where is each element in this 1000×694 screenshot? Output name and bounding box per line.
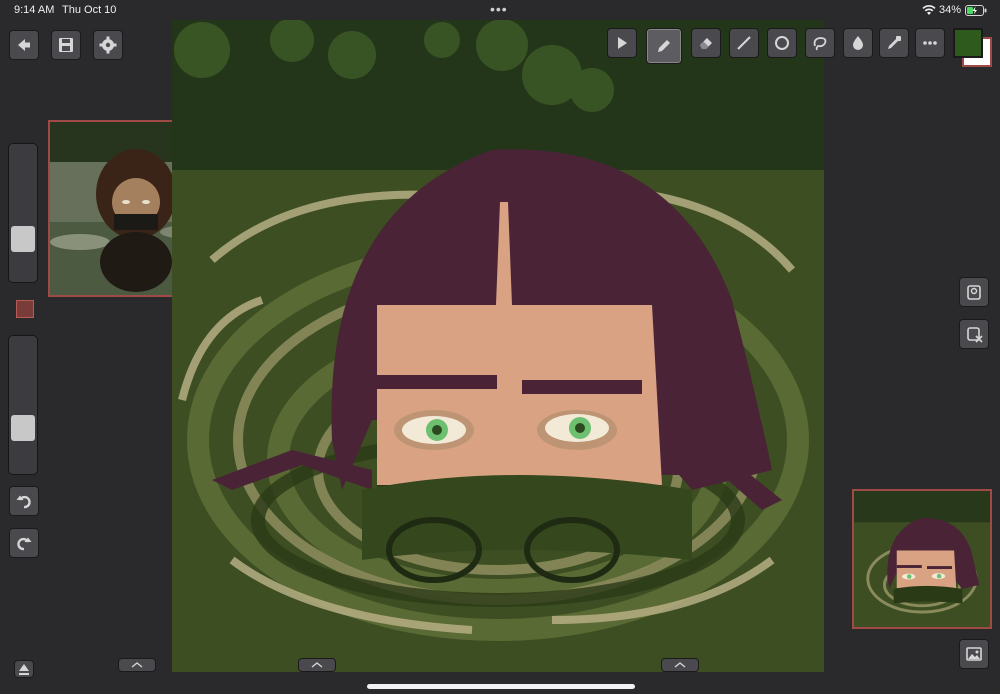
reference-image-button[interactable] (959, 277, 989, 307)
back-arrow-icon (18, 39, 30, 51)
drawing-canvas[interactable] (172, 20, 824, 672)
save-icon (59, 38, 73, 52)
pencil-icon (658, 40, 670, 52)
battery-percent: 34% (939, 4, 962, 16)
canvas-preview-thumbnail (854, 491, 990, 627)
redo-button[interactable] (9, 528, 39, 558)
circle-tool[interactable] (767, 28, 797, 58)
settings-gear-icon (99, 36, 117, 54)
more-icon (923, 41, 937, 45)
gallery-button[interactable] (959, 639, 989, 669)
eyedropper-icon (888, 36, 901, 49)
undo-icon (16, 495, 31, 509)
back-button[interactable] (9, 30, 39, 60)
pixel-art-artwork (172, 20, 824, 672)
chevron-up-icon (311, 662, 323, 668)
circle-icon (775, 36, 789, 50)
save-button[interactable] (51, 30, 81, 60)
wifi-icon (922, 5, 936, 15)
home-indicator[interactable] (367, 684, 635, 689)
brush-size-slider[interactable] (8, 143, 38, 283)
chevron-up-icon (131, 662, 143, 668)
gallery-image-icon (966, 647, 982, 661)
lasso-icon (813, 37, 827, 51)
eraser-tool[interactable] (691, 28, 721, 58)
line-tool[interactable] (729, 28, 759, 58)
eraser-icon (700, 38, 712, 49)
primary-color[interactable] (953, 28, 983, 58)
chevron-up-icon (674, 662, 686, 668)
more-tool[interactable] (915, 28, 945, 58)
settings-button[interactable] (93, 30, 123, 60)
canvas-preview-panel[interactable] (852, 489, 992, 629)
eyedropper-tool[interactable] (879, 28, 909, 58)
multitasking-indicator[interactable]: ••• (490, 1, 508, 17)
opacity-thumb[interactable] (11, 415, 35, 441)
lasso-tool[interactable] (805, 28, 835, 58)
bottom-left-panel-toggle[interactable] (14, 660, 34, 678)
bottom-handle-left[interactable] (118, 658, 156, 672)
status-bar: 9:14 AM Thu Oct 10 ••• 34% (0, 0, 1000, 20)
reference-remove-icon (967, 327, 983, 343)
remove-reference-button[interactable] (959, 319, 989, 349)
bottom-handle-center[interactable] (298, 658, 336, 672)
fill-drop-icon (853, 36, 863, 50)
reference-image-icon (967, 285, 981, 300)
undo-button[interactable] (9, 486, 39, 516)
eject-icon (19, 664, 29, 675)
battery-charging-icon (965, 5, 987, 16)
fill-tool[interactable] (843, 28, 873, 58)
line-icon (737, 36, 751, 50)
play-tool[interactable] (607, 28, 637, 58)
bottom-handle-right[interactable] (661, 658, 699, 672)
pencil-tool[interactable] (646, 28, 682, 64)
redo-icon (17, 537, 32, 551)
opacity-slider[interactable] (8, 335, 38, 475)
status-time: 9:14 AM (14, 4, 55, 16)
status-date: Thu Oct 10 (62, 4, 117, 16)
brush-size-thumb[interactable] (11, 226, 35, 252)
current-color-swatch[interactable] (16, 300, 34, 318)
play-icon (618, 37, 627, 49)
